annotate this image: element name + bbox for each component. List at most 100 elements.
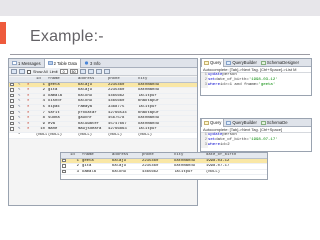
table-cell[interactable]: 3368775 [107,105,137,110]
table-cell[interactable]: bhaktapur [137,99,171,104]
sql-editor[interactable]: 1 update person 2 set date_of_birth= '1998-0… [201,133,311,148]
table-cell[interactable]: 2235460 [141,159,173,164]
table-cell[interactable]: 9 [35,122,47,127]
table-cell[interactable]: lalitpur [137,127,171,132]
delete-row-icon[interactable]: ✕ [26,83,35,88]
delete-row-icon[interactable] [103,69,110,74]
tab-query[interactable]: Query [201,59,225,67]
table-cell[interactable]: baluwater [77,122,107,127]
delete-row-icon[interactable]: ✕ [26,88,35,93]
row-checkbox[interactable] [9,93,17,99]
table-cell[interactable]: balkhu [111,170,141,175]
delete-row-icon[interactable]: ✕ [26,127,35,132]
table-cell[interactable]: sudha [47,116,77,121]
table-cell[interactable]: geeta [47,83,77,88]
tab-query-builder[interactable]: QueryBuilder [224,59,258,67]
show-all-checkbox[interactable] [27,69,31,74]
select-all-checkbox[interactable] [61,153,69,158]
table-cell[interactable]: (NULL) [107,133,137,138]
edit-row-icon[interactable]: ✎ [17,105,26,110]
row-checkbox[interactable] [9,127,17,132]
edit-row-icon[interactable]: ✎ [17,111,26,116]
table-cell[interactable]: ramaya [77,105,107,110]
limit-start-input[interactable]: 0 [59,69,68,74]
table-cell[interactable]: balkhu [77,94,107,99]
table-cell[interactable]: kathmandu [137,88,171,93]
table-cell[interactable]: 2235460 [141,164,173,169]
table-cell[interactable]: kathmandu [137,83,171,88]
table-cell[interactable]: 4 [35,99,47,104]
table-cell[interactable]: gauchr [77,116,107,121]
table-cell[interactable]: 4567578 [107,116,137,121]
table-cell[interactable]: 4465662 [141,170,173,175]
table-cell[interactable]: lalitpur [137,105,171,110]
table-cell[interactable]: 4465660 [107,99,137,104]
table-cell[interactable]: lalitpur [137,94,171,99]
column-header[interactable]: fname [47,77,77,82]
tab-schema-designer[interactable]: SchemaDesigner [259,59,301,67]
delete-row-icon[interactable]: ✕ [26,111,35,116]
table-cell[interactable]: 1 [35,83,47,88]
table-cell[interactable]: 1998-07-17 [205,164,241,169]
table-cell[interactable]: kishor [47,99,77,104]
table-cell[interactable]: 42766534 [107,111,137,116]
save-icon[interactable] [87,69,94,74]
table-cell[interactable]: kathmandu [173,164,205,169]
tab-query[interactable]: Query [201,119,225,127]
delete-row-icon[interactable]: ✕ [26,99,35,104]
table-cell[interactable]: 2235460 [107,83,137,88]
row-checkbox[interactable] [9,99,17,104]
table-cell[interactable]: 4465662 [107,94,137,99]
delete-row-icon[interactable]: ✕ [26,94,35,99]
table-cell[interactable]: 5 [35,105,47,110]
table-cell[interactable]: kathmandu [137,122,171,127]
table-row[interactable]: 3 kamala balkhu 4465662 lalitpur (NULL) [61,169,267,176]
table-cell[interactable]: kamala [81,170,111,175]
table-cell[interactable]: (NULL) [35,133,47,138]
column-header[interactable]: id [69,153,81,158]
edit-row-icon[interactable]: ✎ [17,94,26,99]
select-all-checkbox[interactable] [9,77,17,82]
column-header[interactable]: city [137,77,171,82]
table-cell[interactable]: kathmandu [173,159,205,164]
row-checkbox[interactable] [9,104,17,110]
table-cell[interactable]: 42766863 [107,127,137,132]
edit-row-icon[interactable]: ✎ [17,122,26,127]
delete-row-icon[interactable]: ✕ [26,116,35,121]
table-cell[interactable]: balkhu [77,99,107,104]
edit-row-icon[interactable]: ✎ [17,83,26,88]
table-cell[interactable]: dipak [47,105,77,110]
table-cell[interactable]: 7 [35,111,47,116]
table-cell[interactable]: kathmandu [137,116,171,121]
table-cell[interactable]: sarit [47,111,77,116]
column-header[interactable]: city [173,153,205,158]
table-cell[interactable]: 8 [35,116,47,121]
table-cell[interactable]: 1 [69,159,81,164]
row-checkbox[interactable] [61,158,69,164]
table-cell[interactable]: 2 [35,88,47,93]
table-cell[interactable]: (NULL) [205,170,241,175]
table-cell[interactable]: balaju [111,159,141,164]
delete-row-icon[interactable]: ✕ [26,105,35,110]
column-header[interactable]: date_of_birth [205,153,241,158]
table-cell[interactable]: eva [47,122,77,127]
row-checkbox[interactable] [9,110,17,116]
refresh-icon[interactable] [79,69,86,74]
row-checkbox[interactable] [9,121,17,127]
sql-editor[interactable]: 1 update person 2 set date_of_birth= '1998-0… [201,73,311,88]
table-cell[interactable]: lalitpur [173,170,205,175]
form-view-icon[interactable] [19,69,25,74]
row-checkbox[interactable] [9,88,17,93]
table-cell[interactable]: mane [47,127,77,132]
row-checkbox[interactable] [9,82,17,88]
table-cell[interactable]: gita [81,164,111,169]
tab-info[interactable]: 3 Info [81,59,103,68]
column-header[interactable]: fname [81,153,111,158]
column-header[interactable]: address [111,153,141,158]
table-cell[interactable]: 2235460 [107,88,137,93]
table-cell[interactable]: balaju [77,88,107,93]
table-cell[interactable]: (NULL) [77,133,107,138]
grid-view-icon[interactable] [11,69,17,74]
column-header[interactable]: id [35,77,47,82]
tab-table-data[interactable]: 2 Table Data [43,59,82,68]
